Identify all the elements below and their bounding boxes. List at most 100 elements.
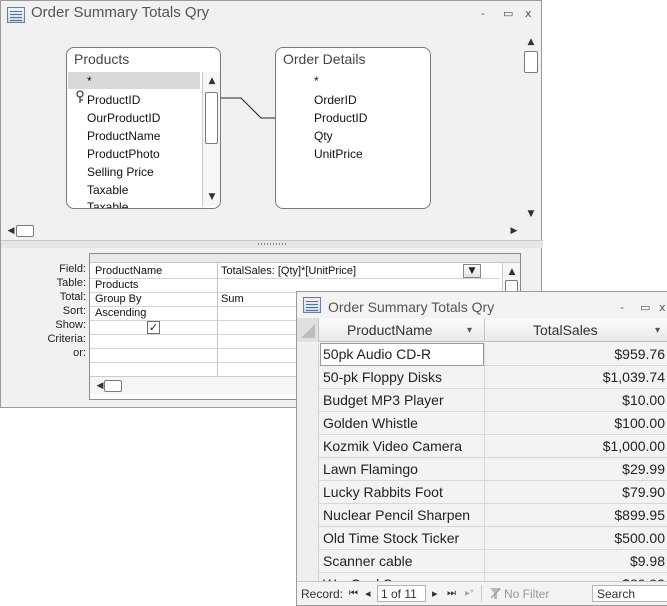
table-row[interactable]: Old Time Stock Ticker $500.00 xyxy=(297,527,667,550)
record-selector[interactable] xyxy=(297,366,319,389)
cell-totalsales[interactable]: $1,039.74 xyxy=(603,366,665,389)
table-row[interactable]: Lawn Flamingo $29.99 xyxy=(297,458,667,481)
search-input[interactable]: Search xyxy=(592,585,667,602)
od-field-unitprice[interactable]: UnitPrice xyxy=(314,147,363,161)
no-filter-button[interactable]: No Filter xyxy=(504,587,549,601)
cell-productname[interactable]: Nuclear Pencil Sharpen xyxy=(323,504,483,527)
minimize-button[interactable]: - xyxy=(620,301,624,314)
qbe-total-1[interactable]: Group By xyxy=(95,293,141,305)
cell-totalsales[interactable]: $100.00 xyxy=(614,412,665,435)
splitter-grip[interactable] xyxy=(258,243,286,245)
order-details-table-box[interactable]: Order Details * OrderID ProductID Qty Un… xyxy=(275,47,431,209)
table-row[interactable]: Nuclear Pencil Sharpen $899.95 xyxy=(297,504,667,527)
cell-totalsales[interactable]: $10.00 xyxy=(622,389,665,412)
cell-totalsales[interactable]: $500.00 xyxy=(614,527,665,550)
scroll-thumb[interactable] xyxy=(205,92,218,144)
field-selling-price[interactable]: Selling Price xyxy=(87,165,154,179)
scroll-right-icon[interactable]: ▶ xyxy=(507,224,521,238)
close-button[interactable]: x xyxy=(659,301,666,314)
od-field-orderid[interactable]: OrderID xyxy=(314,93,357,107)
cell-totalsales[interactable]: $1,000.00 xyxy=(603,435,665,458)
cell-productname[interactable]: 50pk Audio CD-R xyxy=(323,343,483,366)
maximize-button[interactable]: ▭ xyxy=(640,301,650,314)
maximize-button[interactable]: ▭ xyxy=(503,7,513,20)
close-button[interactable]: x xyxy=(525,7,532,20)
cell-totalsales[interactable]: $899.95 xyxy=(614,504,665,527)
pane-splitter[interactable] xyxy=(1,240,543,248)
scroll-up-icon[interactable]: ▲ xyxy=(505,265,519,279)
last-record-icon[interactable]: ⏭ xyxy=(447,588,456,599)
field-productphoto[interactable]: ProductPhoto xyxy=(87,147,160,161)
cell-totalsales[interactable]: $79.90 xyxy=(622,481,665,504)
cell-totalsales[interactable]: $29.99 xyxy=(622,458,665,481)
record-selector[interactable] xyxy=(297,550,319,573)
record-selector[interactable] xyxy=(297,412,319,435)
sort-dropdown-icon[interactable]: ▾ xyxy=(467,319,472,343)
minimize-button[interactable]: - xyxy=(481,7,485,20)
scroll-thumb[interactable] xyxy=(16,225,34,237)
qbe-total-2[interactable]: Sum xyxy=(221,293,244,305)
field-dropdown-icon[interactable]: ▼ xyxy=(463,264,481,278)
qbe-field-1[interactable]: ProductName xyxy=(95,265,162,277)
scroll-down-icon[interactable]: ▼ xyxy=(205,190,219,204)
sort-dropdown-icon[interactable]: ▾ xyxy=(655,319,660,343)
next-record-icon[interactable]: ▸ xyxy=(432,587,438,600)
table-row[interactable]: Budget MP3 Player $10.00 xyxy=(297,389,667,412)
table-row[interactable]: 50pk Audio CD-R $959.76 xyxy=(297,343,667,366)
column-header-totalsales[interactable]: TotalSales xyxy=(533,318,598,342)
cell-productname[interactable]: Scanner cable xyxy=(323,550,483,573)
diagram-horizontal-scrollbar[interactable]: ◀ ▶ xyxy=(1,223,521,239)
record-selector[interactable] xyxy=(297,481,319,504)
previous-record-icon[interactable]: ◂ xyxy=(365,587,371,600)
label-criteria: Criteria: xyxy=(47,333,86,345)
field-productname[interactable]: ProductName xyxy=(87,129,160,143)
scroll-up-icon[interactable]: ▲ xyxy=(205,74,219,88)
products-table-box[interactable]: Products * ProductID OurProductID Produc… xyxy=(66,47,221,209)
show-checkbox[interactable]: ✓ xyxy=(147,321,160,334)
scroll-thumb[interactable] xyxy=(104,380,122,392)
od-field-qty[interactable]: Qty xyxy=(314,129,333,143)
field-taxable[interactable]: Taxable xyxy=(87,183,128,197)
od-field-star[interactable]: * xyxy=(314,74,319,88)
products-field-scrollbar[interactable]: ▲ ▼ xyxy=(202,72,220,206)
record-selector[interactable] xyxy=(297,458,319,481)
qbe-table-1[interactable]: Products xyxy=(95,279,138,291)
cell-productname[interactable]: Budget MP3 Player xyxy=(323,389,483,412)
qbe-field-2[interactable]: TotalSales: [Qty]*[UnitPrice] xyxy=(221,265,356,277)
cell-productname[interactable]: 50-pk Floppy Disks xyxy=(323,366,483,389)
scroll-down-icon[interactable]: ▼ xyxy=(524,207,538,221)
table-row[interactable]: Kozmik Video Camera $1,000.00 xyxy=(297,435,667,458)
cell-productname[interactable]: Lucky Rabbits Foot xyxy=(323,481,483,504)
field-productid[interactable]: ProductID xyxy=(87,93,140,107)
cell-totalsales[interactable]: $959.76 xyxy=(614,343,665,366)
cell-totalsales[interactable]: $9.98 xyxy=(630,550,665,573)
cell-productname[interactable]: Lawn Flamingo xyxy=(323,458,483,481)
column-header-productname[interactable]: ProductName xyxy=(347,318,433,342)
select-all-button[interactable] xyxy=(297,318,319,342)
new-record-icon[interactable]: ▸* xyxy=(465,588,474,599)
key-icon xyxy=(75,89,85,103)
record-position-input[interactable]: 1 of 11 xyxy=(377,585,426,602)
table-row[interactable]: Lucky Rabbits Foot $79.90 xyxy=(297,481,667,504)
record-selector[interactable] xyxy=(297,435,319,458)
scroll-thumb[interactable] xyxy=(524,51,538,73)
cell-productname[interactable]: Old Time Stock Ticker xyxy=(323,527,483,550)
record-selector[interactable] xyxy=(297,389,319,412)
record-selector[interactable] xyxy=(297,343,319,366)
record-selector[interactable] xyxy=(297,527,319,550)
qbe-sort-1[interactable]: Ascending xyxy=(95,307,146,319)
field-ourproductid[interactable]: OurProductID xyxy=(87,111,160,125)
first-record-icon[interactable]: ⏮ xyxy=(349,588,358,599)
scroll-up-icon[interactable]: ▲ xyxy=(524,35,538,49)
diagram-vertical-scrollbar[interactable]: ▲ ▼ xyxy=(521,35,541,227)
table-row[interactable]: 50-pk Floppy Disks $1,039.74 xyxy=(297,366,667,389)
cell-productname[interactable]: Golden Whistle xyxy=(323,412,483,435)
cell-productname[interactable]: Kozmik Video Camera xyxy=(323,435,483,458)
od-field-productid[interactable]: ProductID xyxy=(314,111,367,125)
table-row[interactable]: Golden Whistle $100.00 xyxy=(297,412,667,435)
table-row[interactable]: Scanner cable $9.98 xyxy=(297,550,667,573)
field-star[interactable]: * xyxy=(87,74,92,88)
label-field: Field: xyxy=(59,263,86,275)
record-selector[interactable] xyxy=(297,504,319,527)
column-selector-bar[interactable] xyxy=(90,254,520,263)
